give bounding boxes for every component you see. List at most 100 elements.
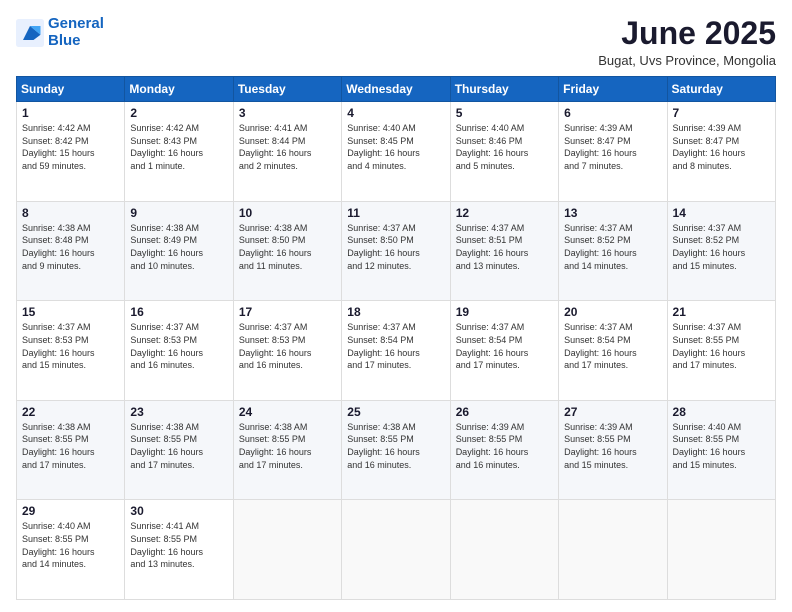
- logo-line1: General: [48, 15, 104, 32]
- calendar-cell: 4Sunrise: 4:40 AM Sunset: 8:45 PM Daylig…: [342, 102, 450, 202]
- day-number: 30: [130, 504, 227, 518]
- day-info: Sunrise: 4:40 AM Sunset: 8:45 PM Dayligh…: [347, 122, 444, 172]
- calendar-cell: 9 Sunrise: 4:38 AM Sunset: 8:49 PM Daylig…: [125, 201, 233, 301]
- day-info: Sunrise: 4:40 AM Sunset: 8:46 PM Dayligh…: [456, 122, 553, 172]
- day-number: 5: [456, 106, 553, 120]
- calendar-cell: 13Sunrise: 4:37 AM Sunset: 8:52 PM Dayli…: [559, 201, 667, 301]
- day-number: 20: [564, 305, 661, 319]
- calendar-cell: 12 Sunrise: 4:37 AM Sunset: 8:51 PM Dayli…: [450, 201, 558, 301]
- day-info: Sunrise: 4:38 AM Sunset: 8:55 PM Dayligh…: [347, 421, 444, 471]
- calendar-week-3: 15Sunrise: 4:37 AM Sunset: 8:53 PM Dayli…: [17, 301, 776, 401]
- day-info: Sunrise: 4:37 AM Sunset: 8:50 PM Dayligh…: [347, 222, 444, 272]
- calendar-cell: 6 Sunrise: 4:39 AM Sunset: 8:47 PM Daylig…: [559, 102, 667, 202]
- calendar-cell: [450, 500, 558, 600]
- day-info: Sunrise: 4:37 AM Sunset: 8:54 PM Dayligh…: [347, 321, 444, 371]
- day-info: Sunrise: 4:37 AM Sunset: 8:54 PM Dayligh…: [456, 321, 553, 371]
- calendar-cell: 10 Sunrise: 4:38 AM Sunset: 8:50 PM Dayli…: [233, 201, 341, 301]
- day-number: 11: [347, 206, 444, 220]
- main-title: June 2025: [598, 16, 776, 51]
- day-info: Sunrise: 4:39 AM Sunset: 8:55 PM Dayligh…: [456, 421, 553, 471]
- calendar-cell: 15Sunrise: 4:37 AM Sunset: 8:53 PM Dayli…: [17, 301, 125, 401]
- day-info: Sunrise: 4:42 AM Sunset: 8:43 PM Dayligh…: [130, 122, 227, 172]
- day-number: 19: [456, 305, 553, 319]
- day-number: 26: [456, 405, 553, 419]
- day-info: Sunrise: 4:40 AM Sunset: 8:55 PM Dayligh…: [673, 421, 770, 471]
- day-info: Sunrise: 4:38 AM Sunset: 8:50 PM Dayligh…: [239, 222, 336, 272]
- calendar-cell: 23 Sunrise: 4:38 AM Sunset: 8:55 PM Dayli…: [125, 400, 233, 500]
- day-number: 12: [456, 206, 553, 220]
- day-number: 22: [22, 405, 119, 419]
- calendar-cell: 28 Sunrise: 4:40 AM Sunset: 8:55 PM Dayli…: [667, 400, 775, 500]
- calendar-cell: 1 Sunrise: 4:42 AM Sunset: 8:42 PM Daylig…: [17, 102, 125, 202]
- logo: General Blue: [16, 16, 104, 49]
- calendar-cell: 20 Sunrise: 4:37 AM Sunset: 8:54 PM Dayli…: [559, 301, 667, 401]
- calendar-cell: 11 Sunrise: 4:37 AM Sunset: 8:50 PM Dayli…: [342, 201, 450, 301]
- day-number: 1: [22, 106, 119, 120]
- day-info: Sunrise: 4:38 AM Sunset: 8:48 PM Dayligh…: [22, 222, 119, 272]
- day-number: 14: [673, 206, 770, 220]
- calendar-header-tuesday: Tuesday: [233, 77, 341, 102]
- calendar-header-wednesday: Wednesday: [342, 77, 450, 102]
- calendar-cell: 7Sunrise: 4:39 AM Sunset: 8:47 PM Daylig…: [667, 102, 775, 202]
- logo-icon: [16, 19, 44, 47]
- calendar-cell: 25 Sunrise: 4:38 AM Sunset: 8:55 PM Dayli…: [342, 400, 450, 500]
- day-number: 7: [673, 106, 770, 120]
- calendar-cell: 24 Sunrise: 4:38 AM Sunset: 8:55 PM Dayli…: [233, 400, 341, 500]
- day-info: Sunrise: 4:39 AM Sunset: 8:47 PM Dayligh…: [564, 122, 661, 172]
- calendar-cell: 3 Sunrise: 4:41 AM Sunset: 8:44 PM Daylig…: [233, 102, 341, 202]
- day-info: Sunrise: 4:41 AM Sunset: 8:44 PM Dayligh…: [239, 122, 336, 172]
- calendar-cell: 21 Sunrise: 4:37 AM Sunset: 8:55 PM Dayli…: [667, 301, 775, 401]
- calendar-header-friday: Friday: [559, 77, 667, 102]
- day-number: 27: [564, 405, 661, 419]
- title-block: June 2025 Bugat, Uvs Province, Mongolia: [598, 16, 776, 68]
- calendar-cell: 26 Sunrise: 4:39 AM Sunset: 8:55 PM Dayli…: [450, 400, 558, 500]
- calendar-cell: [233, 500, 341, 600]
- day-number: 28: [673, 405, 770, 419]
- calendar-cell: 5 Sunrise: 4:40 AM Sunset: 8:46 PM Daylig…: [450, 102, 558, 202]
- day-info: Sunrise: 4:38 AM Sunset: 8:55 PM Dayligh…: [22, 421, 119, 471]
- calendar-table: SundayMondayTuesdayWednesdayThursdayFrid…: [16, 76, 776, 600]
- calendar-cell: [667, 500, 775, 600]
- calendar-cell: 14 Sunrise: 4:37 AM Sunset: 8:52 PM Dayli…: [667, 201, 775, 301]
- logo-line2: Blue: [48, 32, 81, 49]
- day-number: 23: [130, 405, 227, 419]
- day-info: Sunrise: 4:38 AM Sunset: 8:49 PM Dayligh…: [130, 222, 227, 272]
- day-number: 8: [22, 206, 119, 220]
- calendar-cell: 17Sunrise: 4:37 AM Sunset: 8:53 PM Dayli…: [233, 301, 341, 401]
- day-number: 16: [130, 305, 227, 319]
- day-number: 2: [130, 106, 227, 120]
- calendar-week-4: 22 Sunrise: 4:38 AM Sunset: 8:55 PM Dayli…: [17, 400, 776, 500]
- calendar-header-sunday: Sunday: [17, 77, 125, 102]
- day-info: Sunrise: 4:42 AM Sunset: 8:42 PM Dayligh…: [22, 122, 119, 172]
- day-info: Sunrise: 4:37 AM Sunset: 8:55 PM Dayligh…: [673, 321, 770, 371]
- day-number: 6: [564, 106, 661, 120]
- day-number: 29: [22, 504, 119, 518]
- day-number: 9: [130, 206, 227, 220]
- logo-text: General Blue: [48, 16, 104, 49]
- subtitle: Bugat, Uvs Province, Mongolia: [598, 53, 776, 68]
- calendar-cell: 18Sunrise: 4:37 AM Sunset: 8:54 PM Dayli…: [342, 301, 450, 401]
- calendar-cell: 2 Sunrise: 4:42 AM Sunset: 8:43 PM Daylig…: [125, 102, 233, 202]
- day-info: Sunrise: 4:41 AM Sunset: 8:55 PM Dayligh…: [130, 520, 227, 570]
- day-number: 24: [239, 405, 336, 419]
- day-info: Sunrise: 4:40 AM Sunset: 8:55 PM Dayligh…: [22, 520, 119, 570]
- calendar-cell: [559, 500, 667, 600]
- calendar-header-thursday: Thursday: [450, 77, 558, 102]
- calendar-header-saturday: Saturday: [667, 77, 775, 102]
- day-number: 21: [673, 305, 770, 319]
- calendar-week-1: 1 Sunrise: 4:42 AM Sunset: 8:42 PM Daylig…: [17, 102, 776, 202]
- day-info: Sunrise: 4:38 AM Sunset: 8:55 PM Dayligh…: [130, 421, 227, 471]
- day-info: Sunrise: 4:37 AM Sunset: 8:53 PM Dayligh…: [22, 321, 119, 371]
- calendar-cell: 19 Sunrise: 4:37 AM Sunset: 8:54 PM Dayli…: [450, 301, 558, 401]
- day-info: Sunrise: 4:37 AM Sunset: 8:51 PM Dayligh…: [456, 222, 553, 272]
- day-info: Sunrise: 4:37 AM Sunset: 8:54 PM Dayligh…: [564, 321, 661, 371]
- day-info: Sunrise: 4:37 AM Sunset: 8:52 PM Dayligh…: [673, 222, 770, 272]
- day-info: Sunrise: 4:37 AM Sunset: 8:52 PM Dayligh…: [564, 222, 661, 272]
- calendar-week-2: 8 Sunrise: 4:38 AM Sunset: 8:48 PM Daylig…: [17, 201, 776, 301]
- day-number: 3: [239, 106, 336, 120]
- day-number: 25: [347, 405, 444, 419]
- day-number: 10: [239, 206, 336, 220]
- day-info: Sunrise: 4:38 AM Sunset: 8:55 PM Dayligh…: [239, 421, 336, 471]
- day-info: Sunrise: 4:37 AM Sunset: 8:53 PM Dayligh…: [239, 321, 336, 371]
- day-info: Sunrise: 4:37 AM Sunset: 8:53 PM Dayligh…: [130, 321, 227, 371]
